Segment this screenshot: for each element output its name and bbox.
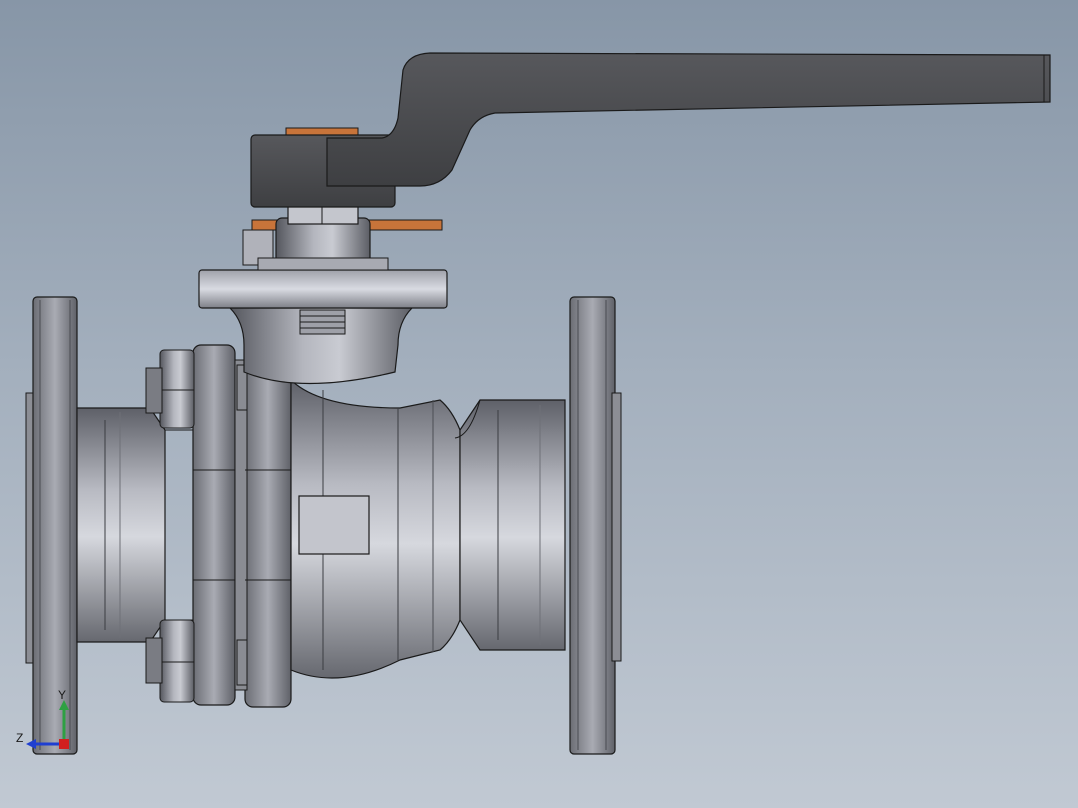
left-flange [25,296,78,755]
left-neck [76,407,195,643]
handle-lever[interactable] [250,52,1051,208]
x-axis-marker [59,739,69,749]
ball-valve-model[interactable] [0,0,1078,808]
triad-z-label: Z [16,731,24,745]
right-flange [569,296,622,755]
valve-body [290,378,461,679]
graphics-viewport[interactable]: Y Z [0,0,1078,808]
right-neck [454,399,566,651]
triad-y-label: Y [58,688,67,702]
